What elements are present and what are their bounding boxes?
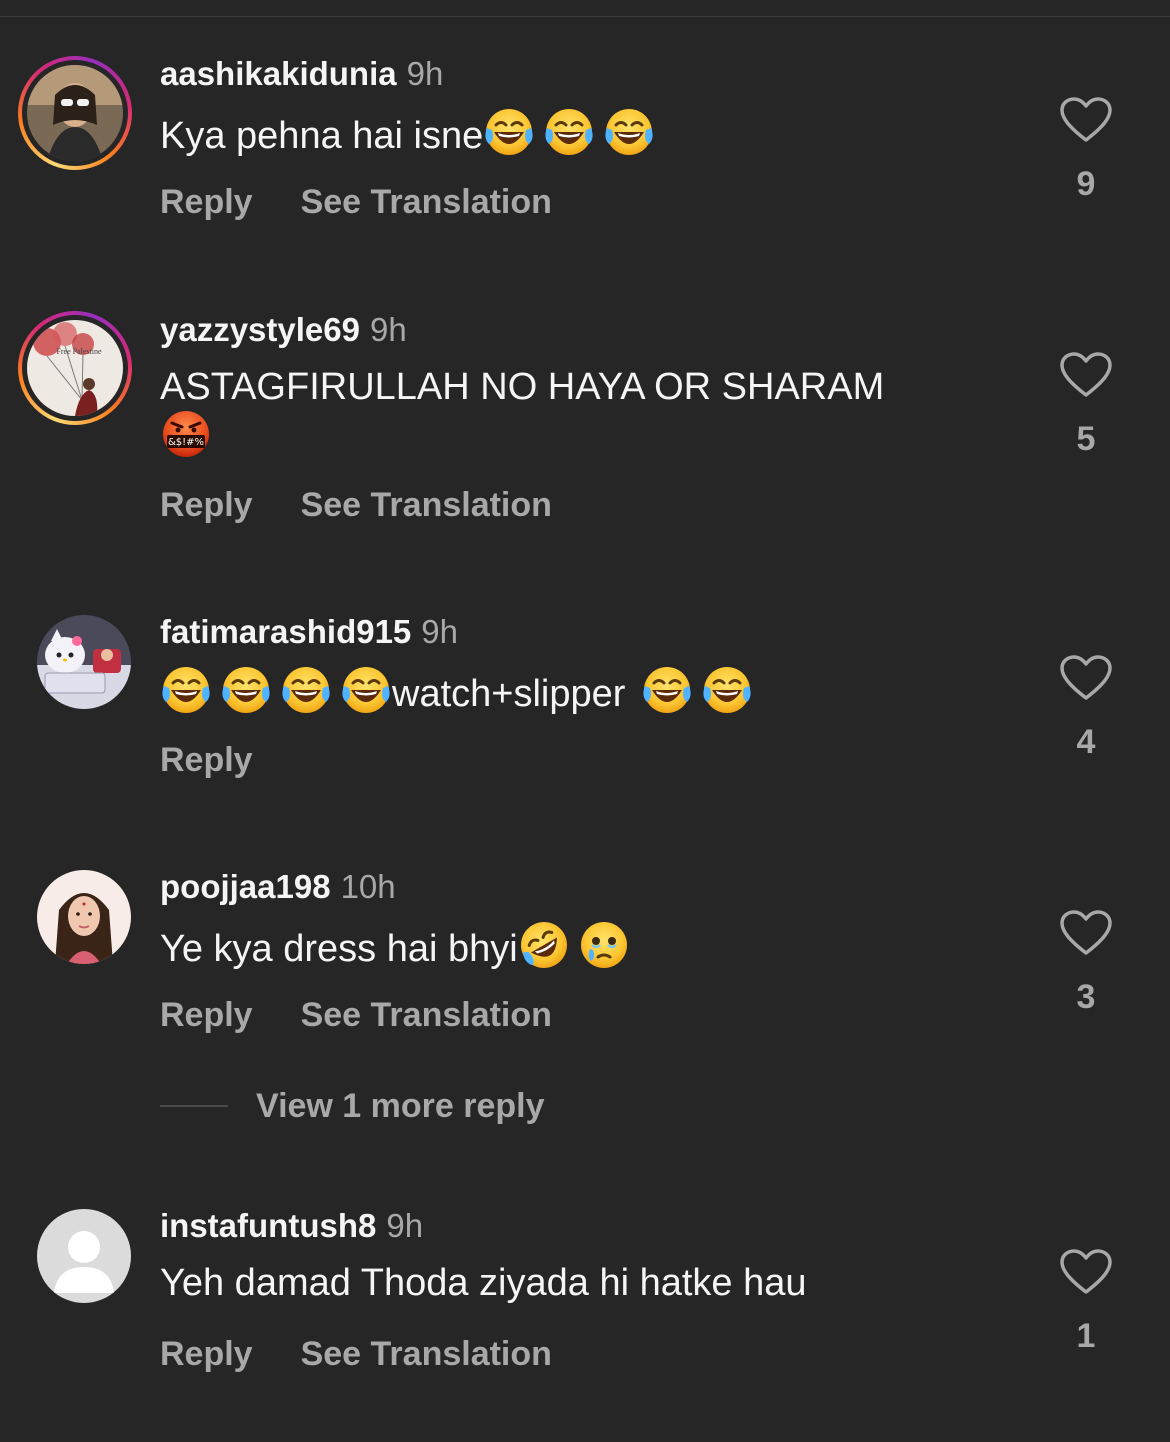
see-translation-button[interactable]: See Translation <box>301 183 552 221</box>
laughing-tears-emoji <box>160 664 212 716</box>
reply-button[interactable]: Reply <box>160 1335 253 1373</box>
comment-text: ASTAGFIRULLAH NO HAYA OR SHARAM <box>160 362 980 412</box>
user-avatar-story-ring[interactable] <box>18 56 132 170</box>
avatar-overlay-text: Free Palestine <box>56 347 102 356</box>
user-avatar[interactable] <box>37 615 131 709</box>
view-more-replies-label[interactable]: View 1 more reply <box>256 1087 545 1125</box>
laughing-tears-emoji <box>280 664 332 716</box>
comment-meta: poojjaa198 10h <box>160 867 396 907</box>
comment-actions: Reply See Translation <box>160 1334 552 1374</box>
timestamp: 9h <box>386 1207 424 1244</box>
like-count: 3 <box>1076 978 1096 1016</box>
comment-actions: Reply See Translation <box>160 485 552 525</box>
see-translation-button[interactable]: See Translation <box>301 1335 552 1373</box>
laughing-tears-emoji <box>701 664 753 716</box>
laughing-tears-emoji <box>641 664 693 716</box>
laughing-tears-emoji <box>220 664 272 716</box>
avatar <box>37 870 131 964</box>
laughing-tears-emoji <box>543 106 595 158</box>
timestamp: 10h <box>340 868 396 905</box>
comment-actions: Reply See Translation <box>160 182 552 222</box>
default-avatar-icon <box>37 1209 131 1303</box>
like-count: 1 <box>1076 1317 1096 1355</box>
comment-meta: yazzystyle69 9h <box>160 310 407 350</box>
username[interactable]: yazzystyle69 <box>160 311 360 348</box>
reply-button[interactable]: Reply <box>160 183 253 221</box>
comment-actions: Reply <box>160 740 253 780</box>
view-more-divider <box>160 1105 228 1107</box>
rolling-laughing-emoji <box>518 919 570 971</box>
like-control: 5 <box>1058 351 1114 459</box>
heart-icon[interactable] <box>1059 909 1113 957</box>
laughing-tears-emoji <box>603 106 655 158</box>
emoji-symbols: &$!#% <box>168 437 204 448</box>
view-more-replies[interactable]: View 1 more reply <box>160 1086 545 1126</box>
comment-text: watch+slipper <box>160 664 980 719</box>
like-control: 3 <box>1058 909 1114 1017</box>
comment-text-body: watch+slipper <box>392 673 626 715</box>
avatar <box>27 65 123 161</box>
timestamp: 9h <box>421 613 459 650</box>
avatar: Free Palestine <box>27 320 123 416</box>
comment-text: Yeh damad Thoda ziyada hi hatke hau <box>160 1258 980 1308</box>
avatar <box>37 615 131 709</box>
user-avatar[interactable] <box>37 870 131 964</box>
user-avatar-story-ring[interactable]: Free Palestine <box>18 311 132 425</box>
like-count: 4 <box>1076 723 1096 761</box>
comment-meta: instafuntush8 9h <box>160 1206 423 1246</box>
like-control: 1 <box>1058 1248 1114 1356</box>
timestamp: 9h <box>369 311 407 348</box>
username[interactable]: instafuntush8 <box>160 1207 376 1244</box>
username[interactable]: fatimarashid915 <box>160 613 411 650</box>
comment-text-body: Yeh damad Thoda ziyada hi hatke hau <box>160 1262 807 1304</box>
laughing-tears-emoji <box>340 664 392 716</box>
comment-text-body: Ye kya dress hai bhyi <box>160 928 518 970</box>
top-divider <box>0 16 1170 17</box>
like-count: 9 <box>1076 165 1096 203</box>
comment-actions: Reply See Translation <box>160 995 552 1035</box>
timestamp: 9h <box>406 55 444 92</box>
like-control: 9 <box>1058 96 1114 204</box>
like-count: 5 <box>1076 420 1096 458</box>
comment-text: Kya pehna hai isne <box>160 106 980 161</box>
heart-icon[interactable] <box>1059 96 1113 144</box>
heart-icon[interactable] <box>1059 1248 1113 1296</box>
comment-meta: fatimarashid915 9h <box>160 612 458 652</box>
comment-text-body: ASTAGFIRULLAH NO HAYA OR SHARAM <box>160 366 885 408</box>
reply-button[interactable]: Reply <box>160 486 253 524</box>
see-translation-button[interactable]: See Translation <box>301 996 552 1034</box>
reply-button[interactable]: Reply <box>160 741 253 779</box>
username[interactable]: aashikakidunia <box>160 55 397 92</box>
comment-text-emoji-line: &$!#% <box>160 408 980 463</box>
comment-meta: aashikakidunia 9h <box>160 54 443 94</box>
holding-back-tears-emoji <box>578 919 630 971</box>
cursing-face-emoji: &$!#% <box>163 411 209 457</box>
heart-icon[interactable] <box>1059 654 1113 702</box>
username[interactable]: poojjaa198 <box>160 868 331 905</box>
comment-text-body: Kya pehna hai isne <box>160 115 484 157</box>
see-translation-button[interactable]: See Translation <box>301 486 552 524</box>
user-avatar[interactable] <box>37 1209 131 1303</box>
like-control: 4 <box>1058 654 1114 762</box>
reply-button[interactable]: Reply <box>160 996 253 1034</box>
comment-text: Ye kya dress hai bhyi <box>160 919 980 974</box>
laughing-tears-emoji <box>483 106 535 158</box>
heart-icon[interactable] <box>1059 351 1113 399</box>
